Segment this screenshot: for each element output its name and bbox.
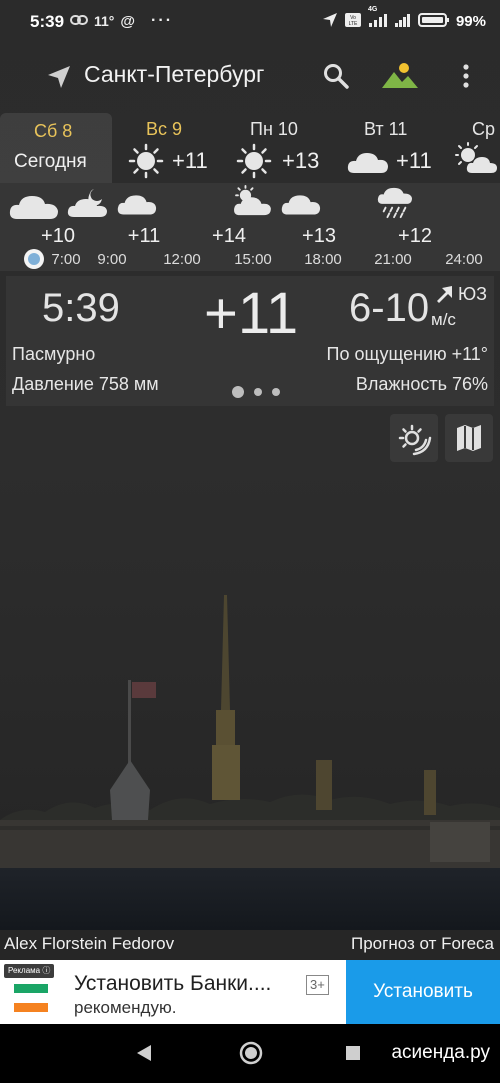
battery-icon [417,12,450,31]
day-tabs: Сб 8 Сегодня Вс 9 +11 Пн 10 +13 Вт 11 +1… [0,113,500,183]
partly-cloudy-icon [234,185,271,216]
tab-day-temp: +11 [396,148,432,173]
home-icon[interactable] [239,1041,263,1065]
status-temp: 11° [94,13,115,29]
wind-direction-arrow-icon [437,286,452,303]
link-icon [70,13,88,30]
tab-day-name: Сб 8 [34,121,73,141]
current-conditions-card[interactable]: 5:39 +11 6-10 ЮЗ м/с Пасмурно По ощущени… [6,276,494,406]
search-icon[interactable] [322,62,350,90]
cloud-icon [281,195,321,215]
sun-radar-icon [398,424,432,456]
signal-4g-icon: 4G [368,6,388,31]
tab-day-temp: +13 [282,148,320,173]
status-bar: 5:39 11° @ ··· Vo LTE 4G 99% [0,0,500,46]
condition-text: Пасмурно [12,344,96,364]
tab-day-name: Пн 10 [250,119,298,139]
humidity-text: Влажность 76% [355,374,488,394]
system-navigation-bar: асиенда.ру [0,1024,500,1083]
cloud-icon [9,196,58,219]
weather-radar-button[interactable] [390,414,438,462]
photo-credit[interactable]: Alex Florstein Fedorov [4,934,174,954]
app-header: Санкт-Петербург [0,46,500,108]
tab-sunday[interactable]: Вс 9 +11 [120,113,224,183]
wind-speed: 6-10 [349,286,430,330]
hour-time: 24:00 [445,251,483,268]
map-icon [457,425,481,451]
tab-day-name: Вт 11 [364,119,408,139]
ad-title: Установить Банки.... [74,972,272,995]
tab-day-name: Ср [472,119,496,139]
wind-unit: м/с [431,310,456,329]
tab-tuesday[interactable]: Вт 11 +11 [344,113,448,183]
hour-time: 9:00 [97,251,127,268]
tab-day-temp: +11 [172,148,208,173]
wind-direction: ЮЗ [458,284,488,304]
ad-banner[interactable]: Реклама ⓘ Установить Банки.... рекоменду… [0,960,500,1024]
status-right-icons: Vo LTE 4G 99% [322,6,486,31]
tab-today[interactable]: Сб 8 Сегодня [0,113,112,183]
hour-time: 21:00 [374,251,412,268]
rain-icon [377,187,412,219]
cloud-icon [347,153,388,173]
pressure-text: Давление 758 мм [12,374,159,394]
hour-time: 15:00 [234,251,272,268]
gps-icon [322,12,338,31]
hour-time: 12:00 [163,251,201,268]
ad-badge: Реклама ⓘ [4,964,55,978]
tab-monday[interactable]: Пн 10 +13 [232,113,336,183]
landscape-wallpaper-icon[interactable] [380,60,420,92]
partly-cloudy-night-icon [67,189,107,217]
recent-apps-icon[interactable] [346,1046,360,1060]
watermark: асиенда.ру [391,1042,490,1063]
signal-icon [394,12,412,31]
bank-app-logo-icon [14,984,48,1012]
tab-day-name: Вс 9 [146,119,183,139]
current-time: 5:39 [42,286,120,330]
hour-temp: +14 [212,225,246,247]
city-title[interactable]: Санкт-Петербург [84,61,264,88]
hourly-forecast[interactable]: +10 +11 +14 +13 +12 7:00 9:00 12:00 15:0… [0,183,500,271]
status-more-dots: ··· [151,12,174,29]
svg-text:LTE: LTE [349,21,358,27]
forecast-credit[interactable]: Прогноз от Foreca [351,934,494,954]
hour-temp: +13 [302,225,336,247]
tab-wednesday[interactable]: Ср [455,113,500,183]
ad-badge-label: Реклама [8,966,41,975]
partly-cloudy-icon [455,142,497,173]
page-indicator [232,386,280,398]
current-temperature: +11 [204,281,299,346]
tab-day-sub: Сегодня [14,151,87,172]
status-left-icons: 11° @ ··· [68,12,173,30]
age-rating-badge: 3+ [306,975,329,995]
page-dot [272,388,280,396]
install-button[interactable]: Установить [346,960,500,1024]
more-menu-icon[interactable] [456,62,476,90]
hour-time: 18:00 [304,251,342,268]
back-icon[interactable] [136,1044,152,1062]
sun-icon [128,143,164,179]
peter-paul-fortress-photo [0,595,500,930]
location-arrow-icon[interactable] [46,64,72,90]
at-icon: @ [120,12,136,30]
cloud-icon [117,195,157,215]
hour-temp: +12 [398,225,432,247]
feels-like-text: По ощущению +11° [326,344,488,364]
hour-temp: +11 [127,225,161,247]
page-dot [254,388,262,396]
battery-percent: 99% [455,13,486,30]
hour-temp: +10 [41,225,75,247]
sun-icon [236,143,272,179]
ad-subtitle: рекомендую. [74,998,177,1017]
page-dot-active [232,386,244,398]
network-type: 4G [367,6,378,13]
status-time: 5:39 [30,12,65,31]
volte-icon: Vo LTE [344,12,362,31]
map-button[interactable] [445,414,493,462]
